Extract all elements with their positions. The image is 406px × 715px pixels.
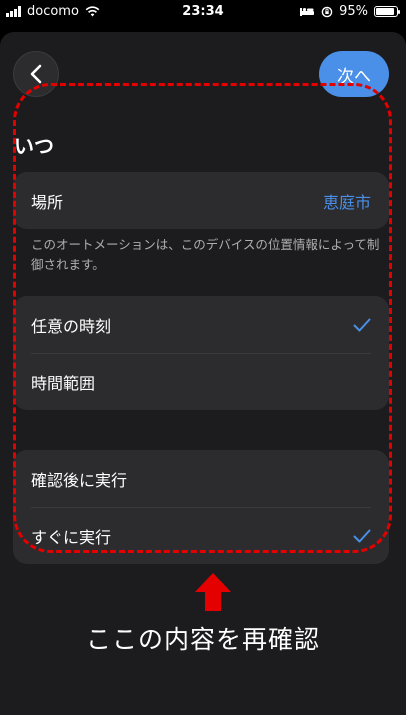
checkmark-icon [353,318,371,331]
battery-percent: 95% [339,4,368,19]
location-note: このオートメーションは、このデバイスの位置情報によって制御されます。 [31,237,380,272]
option-label: すぐに実行 [31,527,112,547]
option-any-time[interactable]: 任意の時刻 [13,296,389,353]
status-right: 95% [299,4,400,19]
location-label: 場所 [31,192,64,212]
option-run-after-confirm[interactable]: 確認後に実行 [13,450,389,507]
option-label: 時間範囲 [31,373,96,393]
red-up-arrow-icon [195,573,231,611]
battery-icon [374,6,400,17]
battery-fill [376,8,395,15]
location-group: 場所 恵庭市 [13,172,389,229]
checkmark-icon [353,529,371,542]
option-label: 確認後に実行 [31,470,128,490]
orientation-lock-icon [321,6,333,17]
automation-sheet: 次へ いつ 場所 恵庭市 このオートメーションは、このデバイスの位置情報によって… [0,32,406,715]
option-run-immediately[interactable]: すぐに実行 [13,507,389,564]
chevron-left-icon [30,64,42,84]
option-label: 任意の時刻 [31,316,112,336]
option-time-range[interactable]: 時間範囲 [13,353,389,410]
run-options-group: 確認後に実行 すぐに実行 [13,450,389,564]
location-value[interactable]: 恵庭市 [323,189,371,213]
location-row[interactable]: 場所 恵庭市 [13,172,389,229]
status-bar: docomo 23:34 95% [0,0,406,26]
annotation-caption: ここの内容を再確認 [85,625,320,654]
bed-icon [300,8,315,16]
section-title: いつ [14,134,54,158]
back-button[interactable] [13,51,59,97]
time-options-group: 任意の時刻 時間範囲 [13,296,389,410]
next-button[interactable]: 次へ [319,51,389,97]
